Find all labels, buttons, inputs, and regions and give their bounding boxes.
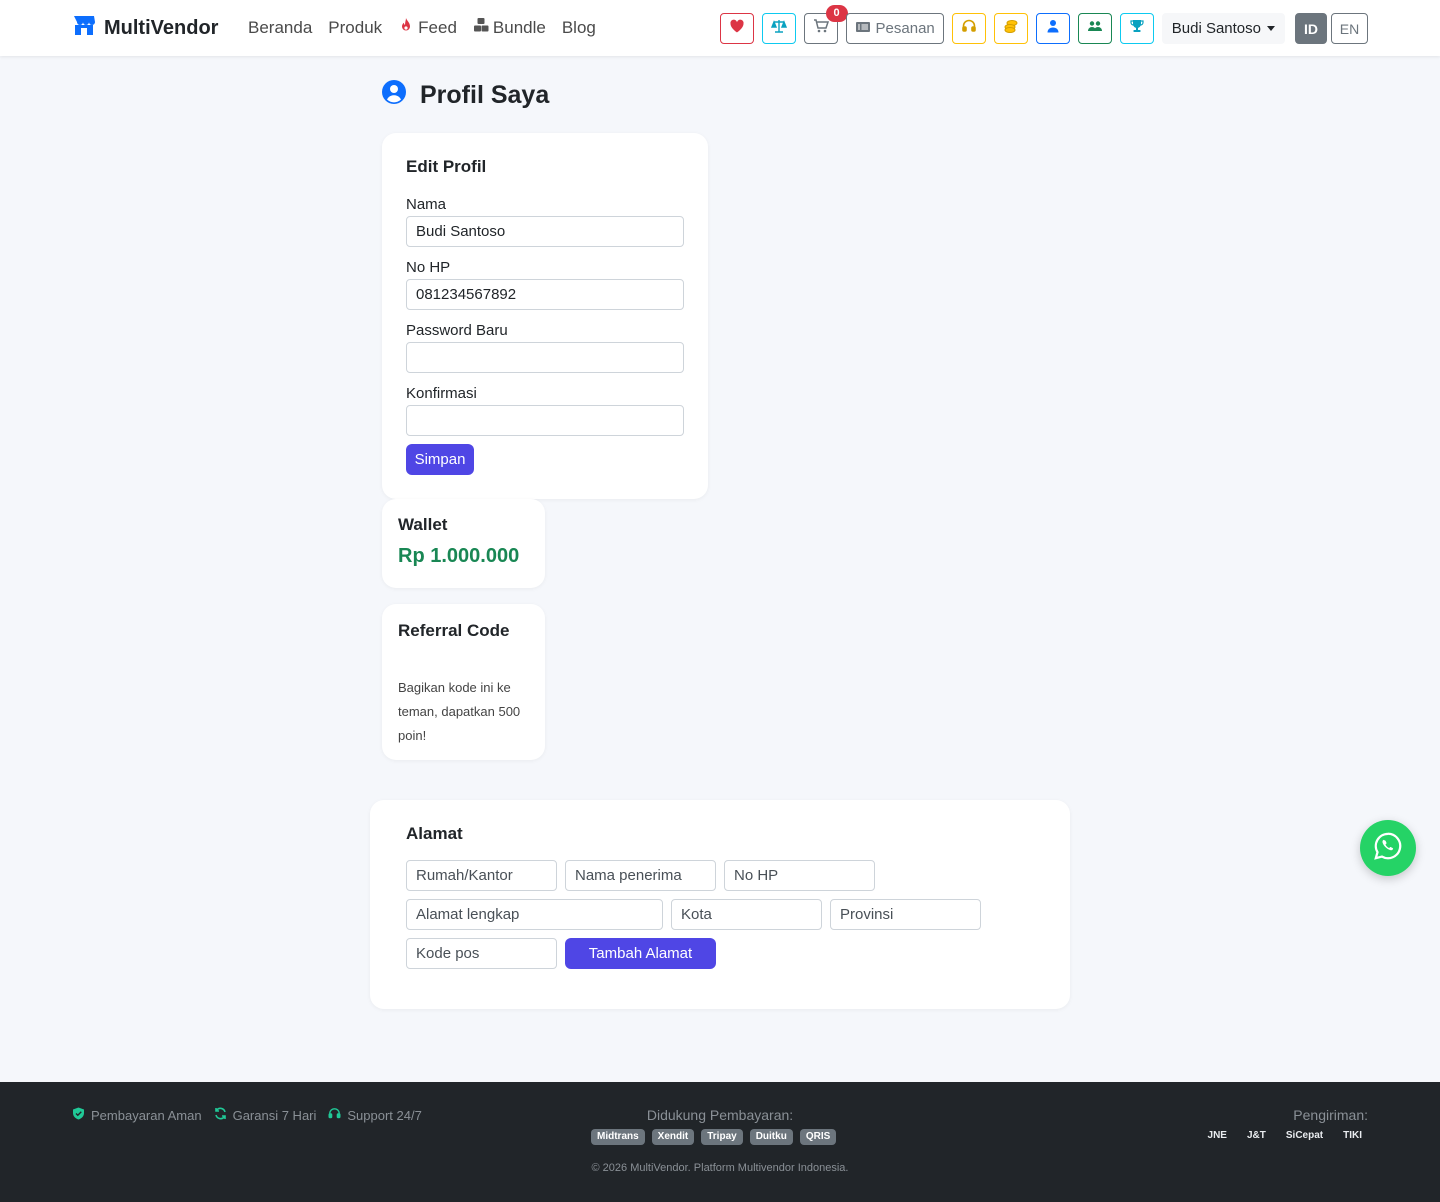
- password-field-group: Password Baru: [406, 322, 684, 373]
- edit-profile-card: Edit Profil Nama No HP Password Baru Kon…: [382, 133, 708, 499]
- payment-title: Didukung Pembayaran:: [646, 1107, 794, 1123]
- points-button[interactable]: [993, 13, 1028, 44]
- boxes-icon: [473, 17, 489, 38]
- user-circle-icon: [382, 80, 406, 111]
- trophy-icon: [1129, 18, 1145, 39]
- users-icon: [1087, 18, 1103, 39]
- nav-link-beranda[interactable]: Beranda: [248, 18, 312, 38]
- nav-link-label: Produk: [328, 17, 383, 37]
- address-card: Alamat Tambah Alamat: [370, 800, 1070, 1009]
- password-label: Password Baru: [406, 322, 508, 339]
- orders-button[interactable]: Pesanan: [845, 13, 944, 44]
- courier-label: TIKI: [1343, 1130, 1362, 1141]
- cart-button[interactable]: 0: [803, 5, 848, 44]
- nav-link-label: Blog: [561, 17, 596, 37]
- whatsapp-icon: [1373, 831, 1403, 866]
- recipient-name-input[interactable]: [565, 860, 716, 891]
- edit-profile-title: Edit Profil: [406, 157, 487, 176]
- address-phone-input[interactable]: [724, 860, 875, 891]
- wishlist-button[interactable]: [719, 13, 754, 44]
- referral-button[interactable]: [1077, 13, 1112, 44]
- full-address-input[interactable]: [406, 899, 663, 930]
- copyright: © 2026 MultiVendor. Platform Multivendor…: [591, 1162, 849, 1174]
- nav-link-blog[interactable]: Blog: [562, 18, 596, 38]
- orders-label: Pesanan: [875, 20, 935, 37]
- shipping-title: Pengiriman:: [1293, 1107, 1368, 1123]
- nav-link-bundle[interactable]: Bundle: [473, 17, 546, 38]
- payment-badge: Tripay: [701, 1129, 743, 1145]
- heart-icon: [729, 18, 745, 39]
- wallet-balance: Rp 1.000.000: [398, 545, 520, 567]
- referral-card: Referral Code Bagikan kode ini ke teman,…: [382, 604, 545, 760]
- navbar: MultiVendor Beranda Produk Feed Bundle B…: [0, 0, 1440, 56]
- payment-badge: Duitku: [749, 1129, 793, 1145]
- name-label: Nama: [406, 196, 447, 213]
- city-input[interactable]: [671, 899, 822, 930]
- user-menu-dropdown[interactable]: Budi Santoso: [1161, 13, 1285, 44]
- province-input[interactable]: [830, 899, 981, 930]
- footer: Pembayaran Aman Garansi 7 Hari Support 2…: [0, 1082, 1440, 1202]
- add-address-button[interactable]: Tambah Alamat: [565, 938, 716, 969]
- rewards-button[interactable]: [1119, 13, 1154, 44]
- phone-input[interactable]: [406, 279, 684, 310]
- fire-icon: [398, 17, 414, 38]
- user-icon: [1045, 18, 1061, 39]
- confirm-password-input[interactable]: [406, 405, 684, 436]
- page-title: Profil Saya: [382, 80, 549, 111]
- scale-icon: [770, 18, 787, 39]
- profile-button[interactable]: [1035, 13, 1070, 44]
- payment-badge: QRIS: [799, 1129, 837, 1145]
- password-input[interactable]: [406, 342, 684, 373]
- wallet-title: Wallet: [398, 515, 448, 534]
- nav-link-label: Feed: [418, 17, 457, 37]
- phone-label: No HP: [406, 259, 451, 276]
- headset-icon: [961, 18, 977, 39]
- brand-logo[interactable]: MultiVendor: [72, 14, 218, 42]
- courier-label: SiCepat: [1285, 1130, 1324, 1141]
- lang-en-button[interactable]: EN: [1331, 13, 1368, 44]
- wallet-card: Wallet Rp 1.000.000: [382, 499, 545, 588]
- coins-icon: [1003, 18, 1019, 39]
- address-title: Alamat: [406, 824, 463, 843]
- cart-icon: [813, 18, 829, 39]
- phone-field-group: No HP: [406, 259, 684, 310]
- name-input[interactable]: [406, 216, 684, 247]
- payment-methods: Midtrans Xendit Tripay Duitku QRIS: [591, 1129, 837, 1145]
- referral-title: Referral Code: [398, 621, 510, 640]
- store-icon: [72, 14, 96, 42]
- referral-description: Bagikan kode ini ke teman, dapatkan 500 …: [398, 680, 521, 743]
- confirm-label: Konfirmasi: [406, 385, 477, 402]
- chevron-down-icon: [1267, 26, 1275, 31]
- shipping-couriers: JNE J&T SiCepat TIKI: [1208, 1130, 1362, 1141]
- payment-badge: Xendit: [651, 1129, 695, 1145]
- page-title-text: Profil Saya: [420, 81, 550, 109]
- list-icon: [855, 19, 871, 39]
- nav-link-produk[interactable]: Produk: [328, 18, 382, 38]
- main-nav: Beranda Produk Feed Bundle Blog: [248, 17, 596, 38]
- confirm-field-group: Konfirmasi: [406, 385, 684, 436]
- save-button[interactable]: Simpan: [406, 444, 474, 475]
- nav-link-label: Bundle: [492, 17, 546, 37]
- courier-label: J&T: [1246, 1130, 1266, 1141]
- support-button[interactable]: [951, 13, 986, 44]
- nav-actions: 0 Pesanan Budi Santoso ID EN: [719, 5, 1368, 44]
- compare-button[interactable]: [761, 13, 796, 44]
- whatsapp-chat-button[interactable]: [1360, 820, 1416, 876]
- postal-code-input[interactable]: [406, 938, 557, 969]
- language-switcher: ID EN: [1295, 13, 1368, 44]
- courier-label: JNE: [1207, 1130, 1227, 1141]
- cart-count-badge: 0: [825, 5, 848, 22]
- nav-link-feed[interactable]: Feed: [398, 17, 457, 38]
- address-label-input[interactable]: [406, 860, 557, 891]
- lang-id-button[interactable]: ID: [1295, 13, 1327, 44]
- nav-link-label: Beranda: [248, 17, 313, 37]
- name-field-group: Nama: [406, 196, 684, 247]
- payment-badge: Midtrans: [591, 1129, 645, 1145]
- brand-name: MultiVendor: [104, 16, 219, 39]
- user-name: Budi Santoso: [1171, 20, 1261, 37]
